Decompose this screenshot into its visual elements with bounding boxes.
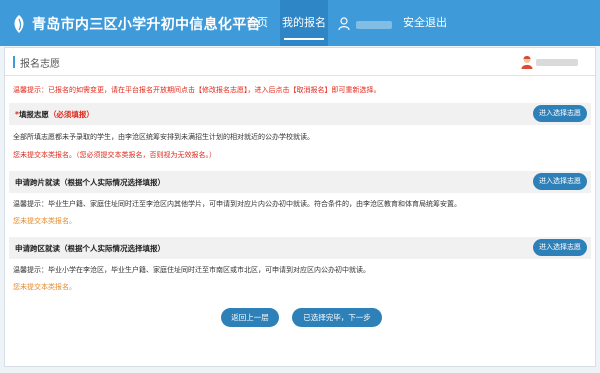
section-description: 全部所填志愿都未予录取的学生，由李沧区统筹安排到未满招生计划的相对就近的公办学校… [13,133,314,141]
section-title: 申请跨区就读（根据个人实际情况选择填报） [15,244,165,253]
panel-header: 报名志愿 [5,48,595,76]
avatar-icon [521,56,533,69]
notice-text: 温馨提示：已报名的如需变更，请在平台报名开放期间点击【修改报名志愿】，进入后点击… [13,86,381,94]
section-description: 温馨提示：毕业生户籍、家庭住址同时迁至李沧区内其他学片，可申请到对应片内公办初中… [13,200,461,208]
select-wish-button[interactable]: 进入选择志愿 [533,105,587,122]
logo-icon [14,15,24,33]
user-icon [338,17,350,30]
section-title: 申请跨片就读（根据个人实际情况选择填报） [15,178,165,187]
panel-title-marker [13,56,15,68]
panel-title: 报名志愿 [20,59,60,70]
username-blurred [356,21,392,29]
user-name-blurred [536,59,578,66]
section-cross-district: 申请跨区就读（根据个人实际情况选择填报） 进入选择志愿 [9,237,591,259]
select-wish-button[interactable]: 进入选择志愿 [533,239,587,256]
section-title-text: 填报志愿 [18,110,49,119]
section-status: 您未提交本类报名。 [13,217,76,225]
select-wish-button[interactable]: 进入选择志愿 [533,173,587,190]
section-cross-zone: 申请跨片就读（根据个人实际情况选择填报） 进入选择志愿 [9,171,591,193]
section-fill-wish: *填报志愿（必须填报） 进入选择志愿 [9,103,591,125]
top-navbar: 青岛市内三区小学升初中信息化平台 首页 我的报名 安全退出 [0,0,600,46]
section-description: 温馨提示：毕业小学在李沧区，毕业生户籍、家庭住址同时迁至市南区或市北区，可申请到… [13,266,370,274]
section-status: 您未提交本类报名。（您必须提交本类报名，否则视为无效报名。） [13,151,216,159]
nav-home[interactable]: 首页 [246,0,268,46]
back-button[interactable]: 返回上一层 [221,308,279,327]
apply-panel: 报名志愿 温馨提示：已报名的如需变更，请在平台报名开放期间点击【修改报名志愿】，… [4,47,596,367]
section-title: *填报志愿（必须填报） [15,109,94,120]
next-step-button[interactable]: 已选择完毕，下一步 [292,308,382,327]
nav-my-apply[interactable]: 我的报名 [280,0,328,46]
required-note: （必须填报） [48,110,94,119]
section-status: 您未提交本类报名。 [13,283,76,291]
nav-logout[interactable]: 安全退出 [403,0,447,46]
site-title: 青岛市内三区小学升初中信息化平台 [32,17,261,33]
